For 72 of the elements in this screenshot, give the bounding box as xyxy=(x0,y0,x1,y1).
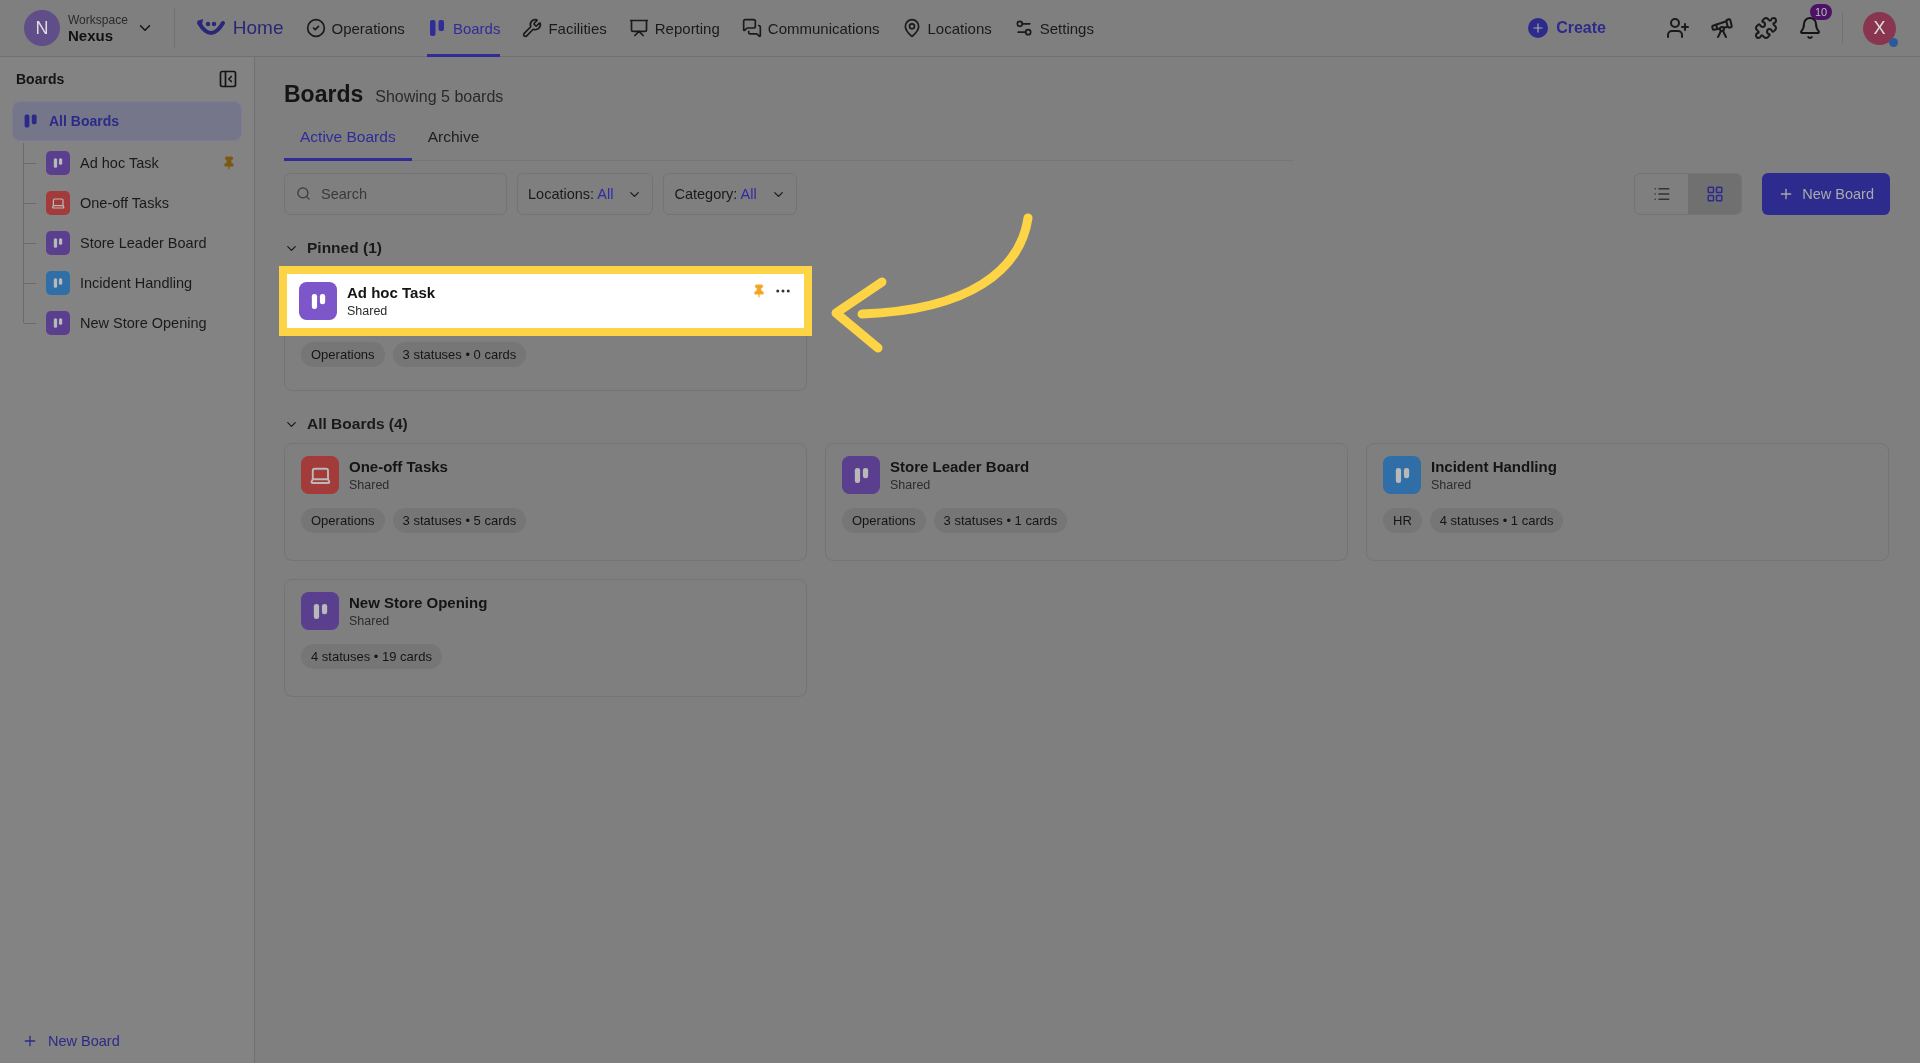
board-name: New Store Opening xyxy=(349,594,488,611)
workspace-label: Workspace xyxy=(68,12,128,27)
grid-icon xyxy=(1705,185,1724,203)
search-field[interactable]: Search xyxy=(284,173,507,215)
board-tag: Operations xyxy=(301,508,385,533)
board-name: Incident Handling xyxy=(1431,458,1557,475)
tools-icon xyxy=(522,18,543,38)
nav-tab[interactable]: Communications xyxy=(741,0,880,57)
tab[interactable]: Active Boards xyxy=(284,120,412,161)
nav-tab[interactable]: Facilities xyxy=(522,0,607,57)
nav-tab[interactable]: Reporting xyxy=(628,0,720,57)
list-icon xyxy=(1652,185,1671,203)
sidebar-item[interactable]: New Store Opening xyxy=(24,303,242,343)
sidebar-item[interactable]: One-off Tasks xyxy=(24,183,242,223)
section-header[interactable]: All Boards (4) xyxy=(284,415,408,433)
board-icon xyxy=(23,113,39,129)
bell-icon[interactable] xyxy=(1798,16,1822,40)
board-name: Store Leader Board xyxy=(890,458,1030,475)
board-tag: 3 statuses • 1 cards xyxy=(933,508,1068,533)
sidebar-item[interactable]: Ad hoc Task xyxy=(24,143,242,183)
board-sharing: Shared xyxy=(347,304,388,318)
board-tag: 4 statuses • 1 cards xyxy=(1429,508,1564,533)
plus-icon xyxy=(1528,18,1549,38)
notification-badge: 10 xyxy=(1810,4,1833,20)
new-board-button[interactable]: New Board xyxy=(1762,173,1890,215)
plus-icon xyxy=(22,1033,38,1049)
section-header[interactable]: Pinned (1) xyxy=(284,239,382,257)
board-card[interactable]: One-off Tasks Shared Operations 3 statuses • 5 cards xyxy=(284,443,807,561)
sidebar-item[interactable]: Store Leader Board xyxy=(24,223,242,263)
board-sharing: Shared xyxy=(349,478,390,492)
grid-view-button[interactable] xyxy=(1688,174,1742,214)
board-card[interactable]: Ad hoc Task Shared Operations 3 statuses • 0 cards xyxy=(284,267,807,391)
create-button[interactable]: Create xyxy=(1522,17,1612,39)
user-avatar[interactable]: X xyxy=(1863,11,1896,45)
board-sharing: Shared xyxy=(1431,478,1472,492)
presentation-icon xyxy=(628,18,649,38)
board-card[interactable]: Store Leader Board Shared Operations 3 statuses • 1 cards xyxy=(825,443,1348,561)
board-name: One-off Tasks xyxy=(349,458,448,475)
board-tag: Operations xyxy=(842,508,926,533)
sidebar-title: Boards xyxy=(16,71,65,87)
filter-dropdown[interactable]: Category: All xyxy=(663,173,797,215)
board-sharing: Shared xyxy=(890,478,931,492)
nav-tab[interactable]: Operations xyxy=(305,0,405,57)
telescope-icon[interactable] xyxy=(1710,16,1734,40)
board-tag: HR xyxy=(1383,508,1422,533)
nav-tab[interactable]: Boards xyxy=(426,0,501,57)
sidebar-item[interactable]: All Boards xyxy=(12,101,242,141)
workspace-name[interactable]: Nexus xyxy=(68,26,128,44)
search-icon xyxy=(296,186,311,201)
nav-tab[interactable]: Settings xyxy=(1013,0,1094,57)
board-tag: 4 statuses • 19 cards xyxy=(301,644,442,669)
board-name: Ad hoc Task xyxy=(347,284,436,301)
sidebar-item[interactable]: Incident Handling xyxy=(24,263,242,303)
board-tag: 3 statuses • 0 cards xyxy=(392,342,527,367)
tab[interactable]: Archive xyxy=(411,120,496,161)
add-user-icon[interactable] xyxy=(1666,16,1690,40)
workspace-avatar[interactable]: N xyxy=(24,10,60,46)
collapse-sidebar-icon[interactable] xyxy=(218,69,238,89)
board-count: Showing 5 boards xyxy=(375,88,504,106)
home-link[interactable]: Home xyxy=(194,17,284,39)
board-card[interactable]: Incident Handling Shared HR 4 statuses • 1 cards xyxy=(1366,443,1889,561)
board-card[interactable]: New Store Opening Shared 4 statuses • 19 cards xyxy=(284,579,807,697)
check-circle-icon xyxy=(305,18,326,38)
page-title: Boards xyxy=(284,81,364,108)
nav-tab[interactable]: Locations xyxy=(901,0,992,57)
board-tag: Operations xyxy=(301,342,385,367)
chat-icon xyxy=(741,18,762,38)
new-board-link[interactable]: New Board xyxy=(12,1033,242,1049)
board-sharing: Shared xyxy=(349,614,390,628)
puzzle-icon[interactable] xyxy=(1754,16,1778,40)
filter-dropdown[interactable]: Locations: All xyxy=(517,173,654,215)
board-tag: 3 statuses • 5 cards xyxy=(392,508,527,533)
